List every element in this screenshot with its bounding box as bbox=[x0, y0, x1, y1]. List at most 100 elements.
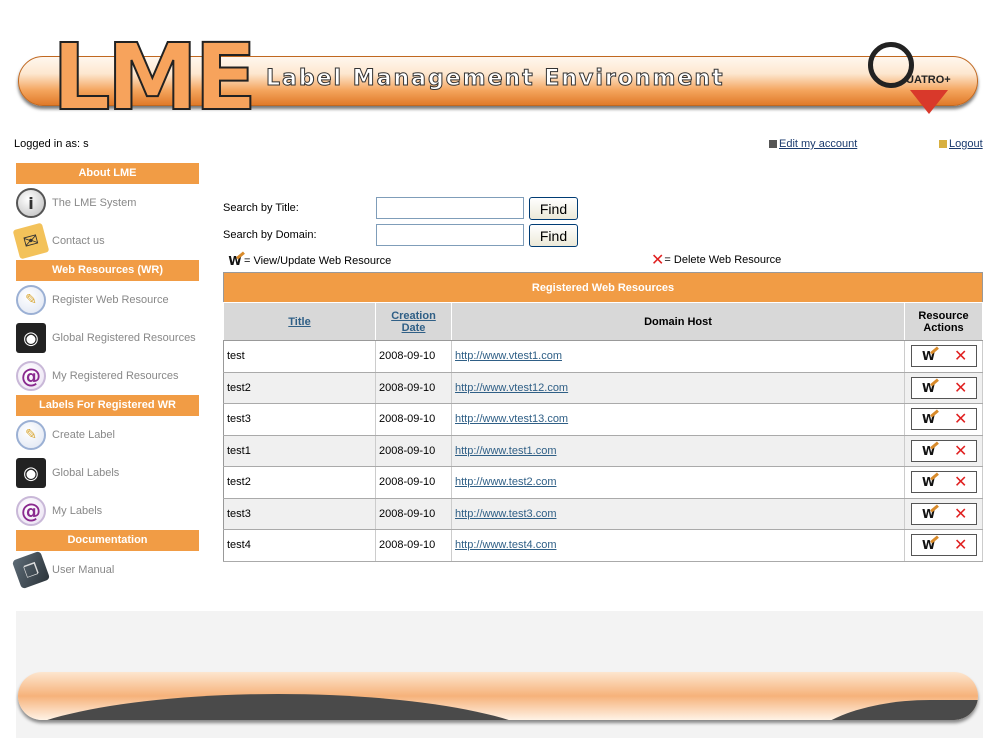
logo-letter-m: M bbox=[106, 24, 200, 131]
search-domain-label: Search by Domain: bbox=[223, 229, 317, 241]
cell-date: 2008-09-10 bbox=[375, 340, 452, 373]
square-bullet-icon bbox=[939, 140, 947, 148]
sidebar-section-about: About LME bbox=[16, 163, 199, 184]
app-title: Label Management Environment bbox=[266, 66, 725, 92]
view-update-icon[interactable]: W bbox=[920, 443, 938, 459]
sidebar-section-documentation: Documentation bbox=[16, 530, 199, 551]
sidebar-item-my-registered-resources[interactable]: @ My Registered Resources bbox=[16, 357, 199, 395]
view-update-icon[interactable]: W bbox=[920, 380, 938, 396]
domain-host-link[interactable]: http://www.test2.com bbox=[455, 476, 556, 488]
edit-account[interactable]: Edit my account bbox=[769, 138, 857, 150]
find-title-button[interactable]: Find bbox=[529, 197, 578, 220]
delete-icon[interactable]: ✕ bbox=[954, 537, 967, 553]
search-domain-input[interactable] bbox=[376, 224, 524, 246]
view-update-icon[interactable]: W bbox=[920, 348, 938, 364]
view-update-icon[interactable]: W bbox=[920, 474, 938, 490]
view-update-icon[interactable]: W bbox=[920, 506, 938, 522]
sidebar-item-global-labels[interactable]: ◉ Global Labels bbox=[16, 454, 199, 492]
cell-date: 2008-09-10 bbox=[375, 435, 452, 467]
domain-host-link[interactable]: http://www.vtest13.com bbox=[455, 413, 568, 425]
actions-box: W ✕ bbox=[910, 408, 977, 431]
delete-icon[interactable]: ✕ bbox=[954, 348, 967, 364]
footer-banner bbox=[18, 672, 978, 720]
lme-logo: L M E bbox=[51, 24, 258, 131]
sidebar-item-label[interactable]: Create Label bbox=[52, 429, 115, 441]
sidebar-item-lme-system[interactable]: i The LME System bbox=[16, 184, 199, 222]
sidebar-item-user-manual[interactable]: ❐ User Manual bbox=[11, 550, 199, 590]
sidebar-item-create-label[interactable]: ✎ Create Label bbox=[16, 416, 199, 454]
logout[interactable]: Logout bbox=[939, 138, 983, 150]
actions-box: W ✕ bbox=[910, 439, 977, 462]
sidebar-item-label[interactable]: Global Labels bbox=[52, 467, 119, 479]
sidebar-item-contact-us[interactable]: ✉ Contact us bbox=[12, 222, 199, 260]
sidebar-item-label[interactable]: The LME System bbox=[52, 197, 136, 209]
column-header-title[interactable]: Title bbox=[223, 302, 376, 341]
cell-host: http://www.vtest1.com bbox=[451, 340, 905, 373]
cell-actions: W ✕ bbox=[904, 403, 983, 436]
domain-host-link[interactable]: http://www.vtest12.com bbox=[455, 382, 568, 394]
sidebar-section-labels: Labels For Registered WR bbox=[16, 395, 199, 416]
logged-in-label: Logged in as: s bbox=[14, 138, 89, 150]
domain-host-link[interactable]: http://www.test4.com bbox=[455, 539, 556, 551]
quatro-logo: UATRO+ bbox=[866, 40, 956, 120]
quatro-logo-text: UATRO+ bbox=[906, 74, 951, 86]
sidebar-item-my-labels[interactable]: @ My Labels bbox=[16, 492, 199, 530]
view-update-icon[interactable]: W bbox=[920, 411, 938, 427]
find-domain-button[interactable]: Find bbox=[529, 224, 578, 247]
eye-icon: ◉ bbox=[16, 458, 46, 488]
actions-box: W ✕ bbox=[910, 345, 977, 368]
cell-title: test1 bbox=[223, 435, 376, 467]
table-row: test3 2008-09-10 http://www.test3.com W ✕ bbox=[223, 498, 983, 530]
delete-icon[interactable]: ✕ bbox=[954, 411, 967, 427]
sidebar-item-label[interactable]: Register Web Resource bbox=[52, 294, 169, 306]
cell-actions: W ✕ bbox=[904, 372, 983, 404]
cell-title: test3 bbox=[223, 498, 376, 530]
cell-date: 2008-09-10 bbox=[375, 372, 452, 404]
table-row: test1 2008-09-10 http://www.test1.com W ✕ bbox=[223, 435, 983, 467]
domain-host-link[interactable]: http://www.test3.com bbox=[455, 508, 556, 520]
sidebar-item-label[interactable]: Contact us bbox=[52, 235, 105, 247]
sidebar-item-global-registered-resources[interactable]: ◉ Global Registered Resources bbox=[16, 319, 199, 357]
at-icon: @ bbox=[16, 496, 46, 526]
legend-view-update-text: = View/Update Web Resource bbox=[244, 255, 392, 267]
cell-actions: W ✕ bbox=[904, 529, 983, 562]
search-title-label: Search by Title: bbox=[223, 202, 299, 214]
footer-wave bbox=[798, 700, 978, 720]
view-update-icon[interactable]: W bbox=[920, 537, 938, 553]
edit-account-link[interactable]: Edit my account bbox=[779, 138, 857, 150]
table-row: test4 2008-09-10 http://www.test4.com W ✕ bbox=[223, 529, 983, 562]
sort-creation-date-link[interactable]: Creation Date bbox=[391, 310, 436, 334]
document-icon: ✎ bbox=[16, 285, 46, 315]
sidebar-item-register-web-resource[interactable]: ✎ Register Web Resource bbox=[16, 281, 199, 319]
legend-delete-text: = Delete Web Resource bbox=[664, 254, 782, 266]
delete-icon[interactable]: ✕ bbox=[954, 442, 967, 458]
sidebar-item-label[interactable]: User Manual bbox=[52, 564, 114, 576]
cell-host: http://www.vtest13.com bbox=[451, 403, 905, 436]
cell-title: test4 bbox=[223, 529, 376, 562]
column-header-creation-date[interactable]: Creation Date bbox=[375, 302, 452, 341]
registered-resources-table: Registered Web Resources Title Creation … bbox=[223, 272, 983, 562]
search-title-input[interactable] bbox=[376, 197, 524, 219]
quatro-triangle-icon bbox=[910, 90, 948, 114]
sidebar: About LME i The LME System ✉ Contact us … bbox=[11, 163, 199, 590]
domain-host-link[interactable]: http://www.vtest1.com bbox=[455, 350, 562, 362]
at-icon: @ bbox=[16, 361, 46, 391]
delete-icon[interactable]: ✕ bbox=[954, 474, 967, 490]
actions-box: W ✕ bbox=[910, 471, 977, 494]
cell-host: http://www.vtest12.com bbox=[451, 372, 905, 404]
sidebar-item-label[interactable]: My Registered Resources bbox=[52, 370, 179, 382]
delete-icon[interactable]: ✕ bbox=[954, 379, 967, 395]
sidebar-item-label[interactable]: Global Registered Resources bbox=[52, 332, 196, 344]
legend-view-update: W = View/Update Web Resource bbox=[226, 253, 391, 269]
sidebar-item-label[interactable]: My Labels bbox=[52, 505, 102, 517]
domain-host-link[interactable]: http://www.test1.com bbox=[455, 445, 556, 457]
cell-date: 2008-09-10 bbox=[375, 529, 452, 562]
logout-link[interactable]: Logout bbox=[949, 138, 983, 150]
actions-box: W ✕ bbox=[910, 534, 977, 557]
sort-title-link[interactable]: Title bbox=[288, 316, 310, 328]
delete-icon[interactable]: ✕ bbox=[954, 505, 967, 521]
document-icon: ✎ bbox=[16, 420, 46, 450]
sidebar-section-web-resources: Web Resources (WR) bbox=[16, 260, 199, 281]
book-icon: ❐ bbox=[11, 550, 51, 590]
table-row: test 2008-09-10 http://www.vtest1.com W ✕ bbox=[223, 340, 983, 373]
